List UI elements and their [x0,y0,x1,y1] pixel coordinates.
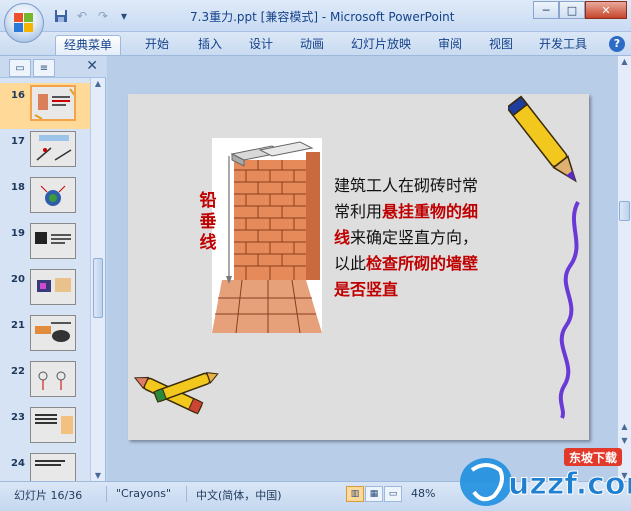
office-button[interactable] [4,3,44,43]
thumbnail-number: 20 [11,274,25,285]
label-char: 铅 [199,191,217,211]
label-char: 垂 [199,212,217,232]
thumbnail-19[interactable]: 19 [0,221,90,267]
thumbnail-image [30,269,76,305]
slide-sorter-icon[interactable]: ▦ [365,486,383,502]
scrollbar-thumb[interactable] [93,258,103,318]
thumbnail-23[interactable]: 23 [0,405,90,451]
tab-view[interactable]: 视图 [487,35,515,55]
slides-panel: ▭ ≡ ✕ 16 17 18 19 20 21 22 23 24 ▲ ▼ [0,56,106,481]
slide-body-text: 建筑工人在砌砖时常 常利用悬挂重物的细 线来确定竖直方向， 以此检查所砌的墙壁 … [334,173,534,303]
tab-design[interactable]: 设计 [247,35,275,55]
plain-text: 来确定竖直方向， [350,228,479,247]
scrollbar-thumb[interactable] [619,201,630,221]
normal-view-icon[interactable]: ▥ [346,486,364,502]
divider [106,486,107,502]
text-line: 常利用悬挂重物的细 [334,199,534,225]
close-button[interactable]: ✕ [585,1,627,19]
watermark-subtext: 东坡下载 [569,450,617,465]
thumbnail-number: 18 [11,182,25,193]
text-line: 以此检查所砌的墙壁 [334,251,534,277]
text-line: 是否竖直 [334,277,534,303]
thumbnail-17[interactable]: 17 [0,129,90,175]
watermark-text: uzzf.com [508,467,631,502]
thumbnail-21[interactable]: 21 [0,313,90,359]
customize-toolbar-button[interactable]: ▾ [115,7,133,25]
thumbnail-number: 19 [11,228,25,239]
slide-scrollbar[interactable]: ▲ ▲ ▼ ▼ [617,56,631,481]
highlight-text: 是否竖直 [334,280,399,299]
tab-developer[interactable]: 开发工具 [537,35,589,55]
plain-text: 以此 [334,254,367,273]
thumbnail-number: 16 [11,90,25,101]
thumbnail-scrollbar[interactable]: ▲ ▼ [90,78,105,481]
thumbnail-number: 21 [11,320,25,331]
thumbnail-number: 24 [11,458,25,469]
thumbnail-image [30,361,76,397]
tab-classic-menu[interactable]: 经典菜单 [55,35,122,55]
label-char: 线 [199,233,217,253]
thumbnail-list: 16 17 18 19 20 21 22 23 24 [0,78,90,481]
thumbnail-20[interactable]: 20 [0,267,90,313]
panel-close-icon[interactable]: ✕ [86,58,98,74]
tab-slideshow[interactable]: 幻灯片放映 [349,35,413,55]
thumbnail-image [30,223,76,259]
title-bar: ↶ ↷ ▾ 7.3重力.ppt [兼容模式] - Microsoft Power… [0,0,631,32]
window-controls: ─ □ ✕ [533,1,627,19]
zoom-level[interactable]: 48% [411,487,435,500]
tab-insert[interactable]: 插入 [196,35,224,55]
text-line: 线来确定竖直方向， [334,225,534,251]
scroll-down-arrow-icon[interactable]: ▼ [93,471,103,480]
slide-editing-area: 铅 垂 线 建筑工人在砌砖时常 常利用悬挂重物的细 线来确定竖直方向， 以此检查… [107,56,617,481]
thumbnail-18[interactable]: 18 [0,175,90,221]
thumbnail-number: 17 [11,136,25,147]
thumbnail-number: 22 [11,366,25,377]
quick-access-toolbar: ↶ ↷ ▾ [52,7,133,25]
previous-slide-icon[interactable]: ▲ [619,422,630,431]
redo-icon[interactable]: ↷ [94,7,112,25]
uzzf-watermark-logo: 东坡下载 uzzf.com [460,448,631,506]
text-line: 建筑工人在砌砖时常 [334,176,479,195]
thumbnail-image [30,177,76,213]
help-icon[interactable]: ? [609,36,625,52]
thumbnail-image [30,407,76,443]
save-icon[interactable] [52,7,70,25]
plumb-line-label: 铅 垂 线 [198,191,218,254]
ribbon-tabs: 经典菜单 开始 插入 设计 动画 幻灯片放映 审阅 视图 开发工具 ? [0,32,631,56]
divider [186,486,187,502]
tab-review[interactable]: 审阅 [436,35,464,55]
plain-text: 常利用 [334,202,383,221]
highlight-text: 检查所砌的墙壁 [366,254,479,273]
scroll-up-arrow-icon[interactable]: ▲ [93,79,103,88]
minimize-button[interactable]: ─ [533,1,559,19]
slideshow-icon[interactable]: ▭ [384,486,402,502]
language-indicator[interactable]: 中文(简体，中国) [196,487,282,503]
highlight-text: 悬挂重物的细 [382,202,479,221]
brick-wall-illustration [212,138,322,334]
panel-tabs: ▭ ≡ ✕ [0,56,106,78]
crayons-decoration [133,372,219,415]
thumbnail-24[interactable]: 24 [0,451,90,481]
maximize-button[interactable]: □ [559,1,585,19]
slides-tab-icon[interactable]: ▭ [9,59,31,77]
slide-counter: 幻灯片 16/36 [14,489,83,502]
slide-canvas[interactable]: 铅 垂 线 建筑工人在砌砖时常 常利用悬挂重物的细 线来确定竖直方向， 以此检查… [128,94,589,440]
scroll-up-arrow-icon[interactable]: ▲ [619,57,630,66]
thumbnail-22[interactable]: 22 [0,359,90,405]
thumbnail-image [30,85,76,121]
thumbnail-image [30,131,76,167]
office-logo-icon [14,13,34,33]
outline-tab-icon[interactable]: ≡ [33,59,55,77]
tab-animations[interactable]: 动画 [298,35,326,55]
thumbnail-image [30,315,76,351]
tab-home[interactable]: 开始 [143,35,171,55]
thumbnail-image [30,453,76,481]
highlight-text: 线 [334,228,351,247]
theme-name: "Crayons" [116,487,172,500]
window-title: 7.3重力.ppt [兼容模式] - Microsoft PowerPoint [190,10,455,24]
thumbnail-number: 23 [11,412,25,423]
thumbnail-16[interactable]: 16 [0,83,90,129]
undo-icon[interactable]: ↶ [73,7,91,25]
